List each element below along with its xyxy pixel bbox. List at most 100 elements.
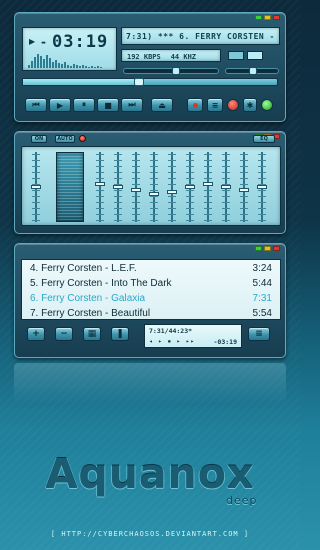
eq-slider-knob[interactable] [149,191,159,196]
eq-slider-knob[interactable] [257,185,267,189]
eq-slider-tick [114,190,122,191]
track-title: 7. Ferry Corsten - Beautiful [30,307,151,319]
eq-band-slider[interactable] [203,152,213,222]
eq-slider-tick [168,220,176,221]
record-button[interactable] [227,99,239,111]
eq-slider-tick [114,154,122,155]
eq-slider-knob[interactable] [131,188,141,193]
volume-knob[interactable] [172,67,181,75]
eq-slider-knob[interactable] [95,181,105,186]
bitrate-display: 192 KBPS 44 KHZ [121,49,221,62]
shuffle-button[interactable] [187,98,203,112]
playlist-row[interactable]: 5. Ferry Corsten - Into The Dark 5:44 [30,276,272,290]
minimize-button[interactable] [255,15,262,20]
preamp-slider[interactable] [31,152,41,222]
eq-slider-tick [186,166,194,167]
eq-indicator-icon [79,135,86,142]
mono-indicator [228,51,244,60]
previous-button[interactable]: ⏮ [25,98,47,112]
eq-slider-rail [243,152,245,222]
balance-slider[interactable] [225,67,279,75]
eq-band-slider[interactable] [95,152,105,222]
eq-slider-knob[interactable] [185,185,195,189]
pl-minimize-button[interactable] [255,246,262,251]
eq-auto-button[interactable]: AUTO [55,135,75,143]
eq-band-slider[interactable] [185,152,195,222]
repeat-button[interactable]: ≡ [207,98,223,112]
play-button[interactable]: ▶ [49,98,71,112]
main-titlebar[interactable] [15,13,285,23]
pl-close-button[interactable] [273,246,280,251]
close-button[interactable] [273,15,280,20]
volume-slider[interactable] [123,67,219,75]
track-title-marquee[interactable]: 7:31) *** 6. FERRY CORSTEN - GALAXIA [121,27,280,45]
eq-band-slider[interactable] [149,152,159,222]
playlist-titlebar[interactable] [15,244,285,254]
eq-on-button[interactable]: ON [31,135,47,143]
spectrum-visualizer[interactable] [28,53,106,68]
misc-button[interactable]: ❚ [111,327,129,341]
eq-slider-knob[interactable] [113,185,123,189]
eq-band-slider[interactable] [257,152,267,222]
options-button[interactable]: ✱ [243,98,257,112]
stop-button[interactable]: ■ [97,98,119,112]
playlist-mini-controls[interactable]: ◂ ▸ ▪ ▸ ▸▸ [149,338,195,345]
playlist-row-selected[interactable]: 6. Ferry Corsten - Galaxia 7:31 [30,291,272,305]
eq-slider-tick [32,202,40,203]
pause-button[interactable]: ⏸ [73,98,95,112]
eq-slider-tick [150,160,158,161]
eq-slider-tick [222,196,230,197]
gear-icon: ✱ [246,100,254,110]
playlist-row[interactable]: 4. Ferry Corsten - L.E.F. 3:24 [30,261,272,275]
eq-slider-tick [204,154,212,155]
eq-band-slider[interactable] [239,152,249,222]
eq-slider-tick [114,196,122,197]
track-duration: 7:31 [252,292,272,304]
grid-icon: ▦ [87,329,97,339]
eq-slider-tick [150,184,158,185]
author-url[interactable]: [ HTTP://CYBERCHAOSOS.DEVIANTART.COM ] [0,530,300,538]
eq-band-slider[interactable] [167,152,177,222]
eq-slider-tick [132,202,140,203]
eject-button[interactable]: ⏏ [151,98,173,112]
eq-slider-tick [186,172,194,173]
eq-band-slider[interactable] [221,152,231,222]
eq-slider-tick [96,220,104,221]
time-display[interactable]: ▶ - 03:19 [22,27,117,71]
eq-slider-tick [258,166,266,167]
list-options-button[interactable]: ≡ [248,327,270,341]
eq-slider-tick [96,196,104,197]
eq-slider-tick [168,202,176,203]
eq-slider-knob[interactable] [239,188,249,193]
eq-slider-tick [186,178,194,179]
next-button[interactable]: ⏭ [121,98,143,112]
eq-slider-knob[interactable] [31,185,41,189]
eq-band-slider[interactable] [113,152,123,222]
eq-band-slider[interactable] [131,152,141,222]
eq-slider-tick [240,208,248,209]
eq-slider-tick [222,178,230,179]
seek-bar[interactable] [22,78,278,86]
pl-shade-button[interactable] [264,246,271,251]
eq-slider-tick [258,220,266,221]
playlist-list[interactable]: 4. Ferry Corsten - L.E.F. 3:24 5. Ferry … [21,259,281,320]
select-button[interactable]: ▦ [83,327,101,341]
eq-slider-tick [204,220,212,221]
balance-knob[interactable] [249,67,257,75]
add-button[interactable]: + [27,327,45,341]
eq-slider-tick [240,160,248,161]
eq-slider-knob[interactable] [167,190,177,195]
playlist-row[interactable]: 7. Ferry Corsten - Beautiful 5:54 [30,306,272,320]
bitrate-value: 192 KBPS [127,53,161,61]
time-remaining-sign: - [41,35,46,49]
eq-presets-button[interactable]: EQ [253,135,275,143]
shade-button[interactable] [264,15,271,20]
eq-slider-knob[interactable] [203,181,213,186]
eq-slider-tick [258,214,266,215]
eq-slider-knob[interactable] [221,185,231,189]
power-button[interactable] [261,99,273,111]
eq-curve-graph [56,152,84,222]
eq-slider-tick [132,178,140,179]
remove-button[interactable]: − [55,327,73,341]
seek-knob[interactable] [133,78,144,86]
